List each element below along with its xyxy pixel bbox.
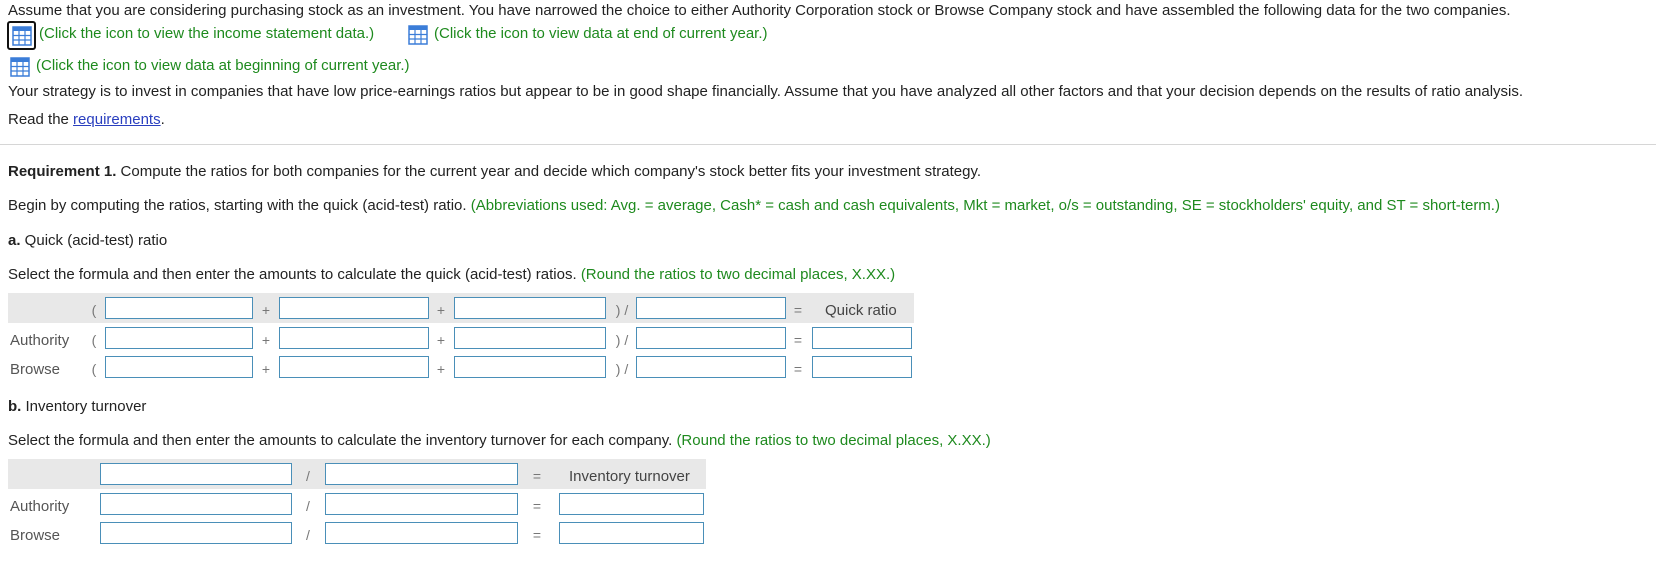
requirements-link[interactable]: requirements xyxy=(73,111,161,128)
plus-sign: + xyxy=(436,361,446,377)
plus-sign: + xyxy=(261,361,271,377)
part-a-instruction: Select the formula and then enter the am… xyxy=(8,266,895,283)
plus-sign: + xyxy=(261,332,271,348)
row-label-authority: Authority xyxy=(10,332,70,349)
equals-sign: = xyxy=(793,302,803,318)
equals-sign: = xyxy=(532,527,542,543)
close-divide: ) / xyxy=(615,302,629,318)
part-a-title: a. Quick (acid-test) ratio xyxy=(8,232,167,249)
quick-formula-select-1[interactable] xyxy=(105,297,253,319)
part-b-instruction-text: Select the formula and then enter the am… xyxy=(8,432,677,449)
browse-quick-input-4[interactable] xyxy=(636,356,786,378)
close-divide: ) / xyxy=(615,361,629,377)
strategy-text: Your strategy is to invest in companies … xyxy=(8,83,1524,100)
browse-inventory-input-1[interactable] xyxy=(100,522,292,544)
part-b-instruction: Select the formula and then enter the am… xyxy=(8,432,991,449)
authority-quick-input-4[interactable] xyxy=(636,327,786,349)
divide-sign: / xyxy=(306,468,310,484)
row-label-browse: Browse xyxy=(10,361,61,378)
income-statement-icon-button[interactable] xyxy=(7,21,36,50)
row-label-browse: Browse xyxy=(10,527,61,544)
read-suffix: . xyxy=(160,111,165,128)
part-a-instruction-text: Select the formula and then enter the am… xyxy=(8,266,581,283)
open-paren: ( xyxy=(91,332,97,348)
income-statement-link[interactable]: (Click the icon to view the income state… xyxy=(39,25,374,42)
quick-formula-select-3[interactable] xyxy=(454,297,606,319)
begin-instruction: Begin by computing the ratios, starting … xyxy=(8,197,1500,214)
authority-inventory-input-2[interactable] xyxy=(325,493,518,515)
read-prefix: Read the xyxy=(8,111,74,128)
part-a-round-note: (Round the ratios to two decimal places,… xyxy=(580,266,896,283)
browse-quick-input-3[interactable] xyxy=(454,356,606,378)
section-divider xyxy=(0,144,1656,145)
plus-sign: + xyxy=(436,302,446,318)
part-b-letter: b. xyxy=(8,398,22,415)
open-paren: ( xyxy=(91,302,97,318)
table-grid-icon[interactable] xyxy=(408,25,428,45)
plus-sign: + xyxy=(436,332,446,348)
equals-sign: = xyxy=(793,361,803,377)
quick-formula-select-2[interactable] xyxy=(279,297,429,319)
inventory-turnover-label: Inventory turnover xyxy=(569,468,690,485)
part-b-title: b. Inventory turnover xyxy=(8,398,146,415)
end-of-year-link[interactable]: (Click the icon to view data at end of c… xyxy=(434,25,768,42)
browse-inventory-input-2[interactable] xyxy=(325,522,518,544)
requirement-label: Requirement 1. xyxy=(8,163,117,180)
open-paren: ( xyxy=(91,361,97,377)
divide-sign: / xyxy=(306,527,310,543)
equals-sign: = xyxy=(532,468,542,484)
authority-quick-input-3[interactable] xyxy=(454,327,606,349)
equals-sign: = xyxy=(793,332,803,348)
authority-inventory-input-1[interactable] xyxy=(100,493,292,515)
plus-sign: + xyxy=(261,302,271,318)
table-grid-icon[interactable] xyxy=(10,57,30,77)
part-b-name: Inventory turnover xyxy=(21,398,147,415)
browse-quick-input-1[interactable] xyxy=(105,356,253,378)
intro-text: Assume that you are considering purchasi… xyxy=(8,2,1511,19)
table-grid-icon xyxy=(11,25,32,46)
part-a-letter: a. xyxy=(8,232,21,249)
equals-sign: = xyxy=(532,498,542,514)
browse-inventory-result[interactable] xyxy=(559,522,704,544)
inventory-formula-select-1[interactable] xyxy=(100,463,292,485)
requirement-text: Compute the ratios for both companies fo… xyxy=(116,163,982,180)
quick-ratio-label: Quick ratio xyxy=(825,302,897,319)
row-label-authority: Authority xyxy=(10,498,70,515)
authority-inventory-result[interactable] xyxy=(559,493,704,515)
close-divide: ) / xyxy=(615,332,629,348)
beginning-of-year-link[interactable]: (Click the icon to view data at beginnin… xyxy=(36,57,410,74)
authority-quick-input-1[interactable] xyxy=(105,327,253,349)
abbreviations-note: (Abbreviations used: Avg. = average, Cas… xyxy=(470,197,1500,214)
quick-formula-select-4[interactable] xyxy=(636,297,786,319)
part-a-name: Quick (acid-test) ratio xyxy=(20,232,168,249)
authority-quick-ratio-result[interactable] xyxy=(812,327,912,349)
divide-sign: / xyxy=(306,498,310,514)
part-b-round-note: (Round the ratios to two decimal places,… xyxy=(676,432,991,449)
requirement-1: Requirement 1. Compute the ratios for bo… xyxy=(8,163,981,180)
read-requirements: Read the requirements. xyxy=(8,111,165,128)
begin-text: Begin by computing the ratios, starting … xyxy=(8,197,471,214)
browse-quick-ratio-result[interactable] xyxy=(812,356,912,378)
authority-quick-input-2[interactable] xyxy=(279,327,429,349)
inventory-formula-select-2[interactable] xyxy=(325,463,518,485)
browse-quick-input-2[interactable] xyxy=(279,356,429,378)
